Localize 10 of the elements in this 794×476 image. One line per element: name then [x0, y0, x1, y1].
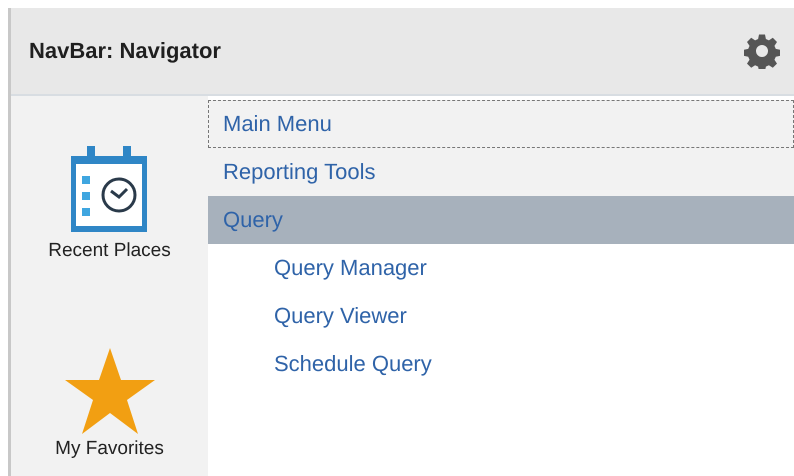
- menu-link[interactable]: Query Viewer: [208, 292, 794, 340]
- panel-title: NavBar: Navigator: [29, 38, 221, 64]
- sidebar-item[interactable]: My Favorites: [55, 438, 164, 460]
- menu-link[interactable]: Query Manager: [208, 244, 794, 292]
- star-icon: [64, 348, 154, 434]
- sidebar-item[interactable]: Recent Places: [48, 240, 171, 262]
- menu-item[interactable]: Reporting Tools: [208, 148, 794, 196]
- menu-item[interactable]: Main Menu: [208, 100, 794, 148]
- settings-icon[interactable]: [744, 33, 780, 69]
- menu-link[interactable]: Schedule Query: [208, 340, 794, 388]
